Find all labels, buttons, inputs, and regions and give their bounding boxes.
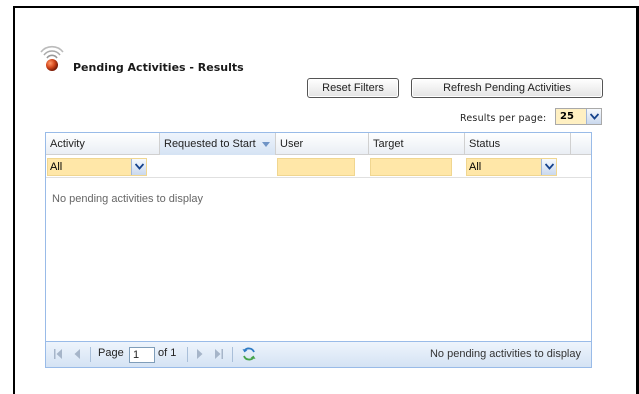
page-title: Pending Activities - Results bbox=[73, 61, 244, 74]
next-page-icon[interactable] bbox=[196, 347, 204, 361]
activity-filter-value: All bbox=[50, 161, 63, 173]
status-filter-select[interactable]: All bbox=[466, 158, 557, 176]
refresh-icon[interactable] bbox=[241, 346, 257, 362]
column-header-user[interactable]: User bbox=[276, 133, 369, 155]
column-header-label: Status bbox=[469, 138, 501, 150]
results-per-page-label: Results per page: bbox=[460, 113, 547, 124]
last-page-icon[interactable] bbox=[214, 347, 224, 361]
results-per-page-value: 25 bbox=[560, 111, 574, 122]
column-header-target[interactable]: Target bbox=[369, 133, 465, 155]
grid-header: Activity Requested to Start User Target … bbox=[46, 133, 591, 155]
refresh-pending-activities-button[interactable]: Refresh Pending Activities bbox=[411, 78, 603, 98]
sort-descending-icon bbox=[261, 141, 270, 147]
results-per-page-select[interactable]: 25 bbox=[555, 108, 602, 125]
pager-separator bbox=[187, 347, 188, 362]
column-header-activity[interactable]: Activity bbox=[46, 133, 160, 155]
pending-activities-grid: Activity Requested to Start User Target … bbox=[45, 132, 592, 368]
signal-logo-icon bbox=[40, 45, 64, 71]
empty-grid-message: No pending activities to display bbox=[52, 193, 204, 205]
chevron-down-icon[interactable] bbox=[541, 159, 556, 175]
column-header-status[interactable]: Status bbox=[465, 133, 571, 155]
chevron-down-icon[interactable] bbox=[131, 159, 146, 175]
page-count-label: of 1 bbox=[158, 347, 177, 359]
column-header-requested-to-start[interactable]: Requested to Start bbox=[160, 133, 276, 155]
page-number-input[interactable]: 1 bbox=[129, 347, 155, 363]
pager-separator bbox=[232, 347, 233, 362]
activity-filter-select[interactable]: All bbox=[47, 158, 147, 176]
column-header-label: Target bbox=[373, 138, 404, 150]
status-filter-value: All bbox=[469, 161, 482, 173]
chevron-down-icon[interactable] bbox=[586, 109, 601, 124]
previous-page-icon[interactable] bbox=[73, 347, 81, 361]
target-filter-input[interactable] bbox=[370, 158, 452, 176]
filter-row: All All bbox=[46, 156, 591, 178]
first-page-icon[interactable] bbox=[53, 347, 63, 361]
pager-status-text: No pending activities to display bbox=[429, 348, 581, 360]
column-header-label: Activity bbox=[50, 138, 85, 150]
paging-toolbar: Page 1 of 1 No pending activities to dis… bbox=[46, 341, 591, 367]
user-filter-input[interactable] bbox=[277, 158, 355, 176]
page-label: Page bbox=[98, 347, 124, 359]
pager-separator bbox=[90, 347, 91, 362]
column-header-label: Requested to Start bbox=[164, 138, 256, 150]
column-header-label: User bbox=[280, 138, 304, 150]
reset-filters-button[interactable]: Reset Filters bbox=[307, 78, 399, 98]
